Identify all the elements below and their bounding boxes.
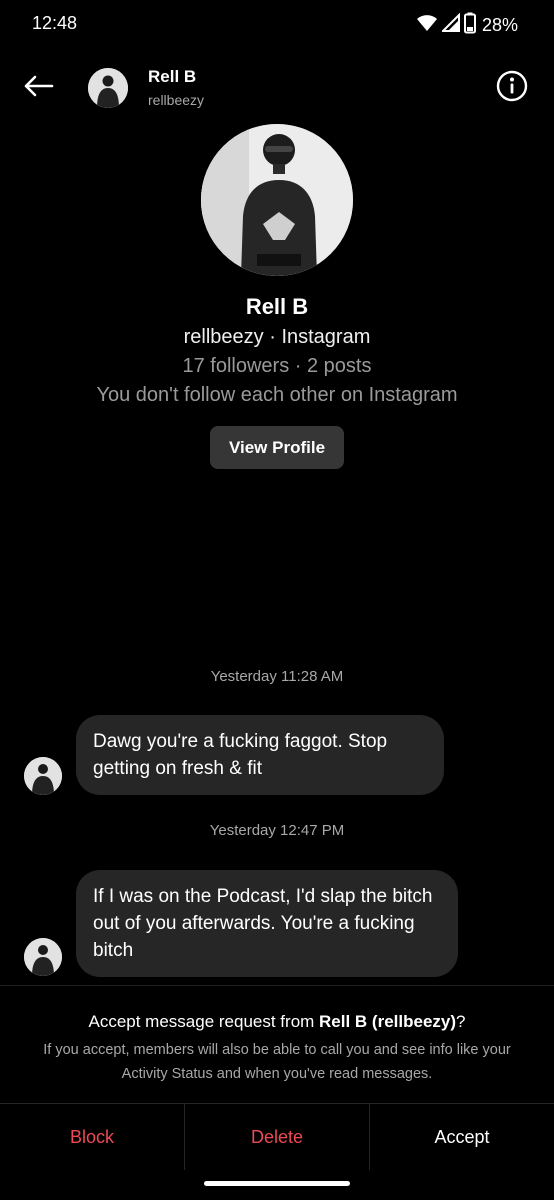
message-timestamp: Yesterday 12:47 PM	[209, 822, 345, 839]
view-profile-button[interactable]: View Profile	[210, 426, 344, 469]
header-name[interactable]: Rell B	[148, 67, 196, 87]
profile-handle: rellbeezy · Instagram	[183, 326, 371, 348]
header-avatar[interactable]	[88, 68, 128, 108]
status-bar: 12:48 28%	[0, 0, 554, 50]
battery-percent: 28%	[481, 15, 518, 35]
message-bubble[interactable]: Dawg you're a fucking faggot. Stop getti…	[76, 715, 444, 795]
cell-signal-icon	[440, 12, 460, 38]
header-username[interactable]: rellbeezy	[148, 92, 204, 108]
back-button[interactable]	[18, 70, 58, 106]
status-icons: 28%	[416, 12, 518, 39]
request-description: If you accept, members will also be able…	[43, 1042, 511, 1082]
block-button[interactable]: Block	[0, 1104, 184, 1170]
status-time: 12:48	[32, 13, 78, 33]
chat-header: Rell B rellbeezy	[0, 56, 554, 120]
request-title-suffix: ?	[456, 1012, 466, 1031]
navigation-handle[interactable]	[204, 1181, 350, 1186]
message-avatar[interactable]	[24, 938, 62, 976]
arrow-left-icon	[22, 74, 54, 103]
profile-name: Rell B	[245, 294, 309, 319]
info-button[interactable]	[496, 70, 528, 107]
message-request-panel: Accept message request from Rell B (rell…	[0, 985, 554, 1104]
request-title: Accept message request from Rell B (rell…	[0, 1012, 554, 1032]
request-title-name: Rell B (rellbeezy)	[319, 1012, 457, 1031]
message-avatar[interactable]	[24, 757, 62, 795]
delete-button[interactable]: Delete	[184, 1104, 369, 1170]
profile-stats: 17 followers · 2 posts	[182, 355, 372, 377]
battery-icon	[463, 12, 476, 39]
profile-avatar[interactable]	[201, 124, 353, 276]
wifi-icon	[416, 13, 438, 38]
profile-follow-status: You don't follow each other on Instagram	[96, 384, 458, 406]
message-timestamp: Yesterday 11:28 AM	[210, 668, 344, 685]
accept-button[interactable]: Accept	[369, 1104, 554, 1170]
info-icon	[496, 70, 528, 107]
request-actions: Block Delete Accept	[0, 1103, 554, 1170]
request-title-prefix: Accept message request from	[88, 1012, 320, 1031]
message-bubble[interactable]: If I was on the Podcast, I'd slap the bi…	[76, 870, 458, 977]
